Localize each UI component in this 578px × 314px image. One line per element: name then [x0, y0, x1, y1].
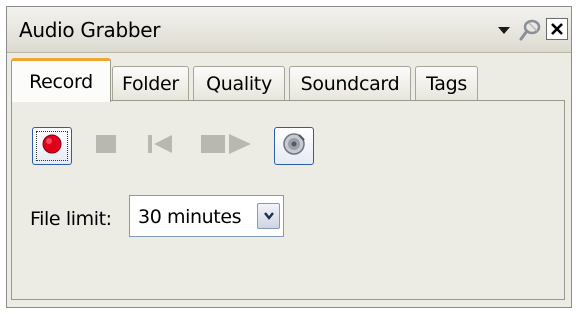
speaker-button[interactable]	[274, 127, 314, 165]
tab-folder[interactable]: Folder	[112, 66, 189, 100]
play-button[interactable]	[194, 127, 260, 165]
stop-icon	[93, 132, 119, 160]
chevron-down-icon[interactable]	[493, 7, 515, 53]
file-limit-value: 30 minutes	[138, 206, 242, 228]
close-icon[interactable]	[546, 18, 568, 40]
tab-record-label: Record	[29, 70, 93, 93]
audio-grabber-window: Audio Grabber Record Folder Quality Soun…	[6, 6, 572, 308]
tab-soundcard-label: Soundcard	[300, 72, 400, 95]
tab-tags-label: Tags	[426, 72, 467, 95]
tab-strip: Record Folder Quality Soundcard Tags	[7, 53, 571, 102]
pin-icon[interactable]	[517, 7, 543, 53]
skip-back-button[interactable]	[140, 127, 180, 165]
file-limit-label: File limit:	[30, 208, 112, 230]
play-icon	[199, 132, 255, 160]
window-title: Audio Grabber	[19, 18, 161, 42]
record-button[interactable]	[32, 127, 72, 165]
speaker-icon	[281, 131, 307, 161]
record-icon	[41, 133, 63, 159]
tab-quality-label: Quality	[206, 72, 272, 95]
tab-record[interactable]: Record	[11, 58, 111, 102]
record-panel: File limit: 30 minutes	[11, 100, 565, 300]
tab-soundcard[interactable]: Soundcard	[289, 66, 411, 100]
tab-quality[interactable]: Quality	[193, 66, 285, 100]
title-bar: Audio Grabber	[7, 7, 571, 53]
stop-button[interactable]	[86, 127, 126, 165]
skip-back-icon	[145, 132, 175, 160]
tab-tags[interactable]: Tags	[415, 66, 478, 100]
tab-folder-label: Folder	[122, 72, 179, 95]
file-limit-select[interactable]: 30 minutes	[129, 195, 284, 237]
chevron-down-icon[interactable]	[257, 203, 280, 229]
